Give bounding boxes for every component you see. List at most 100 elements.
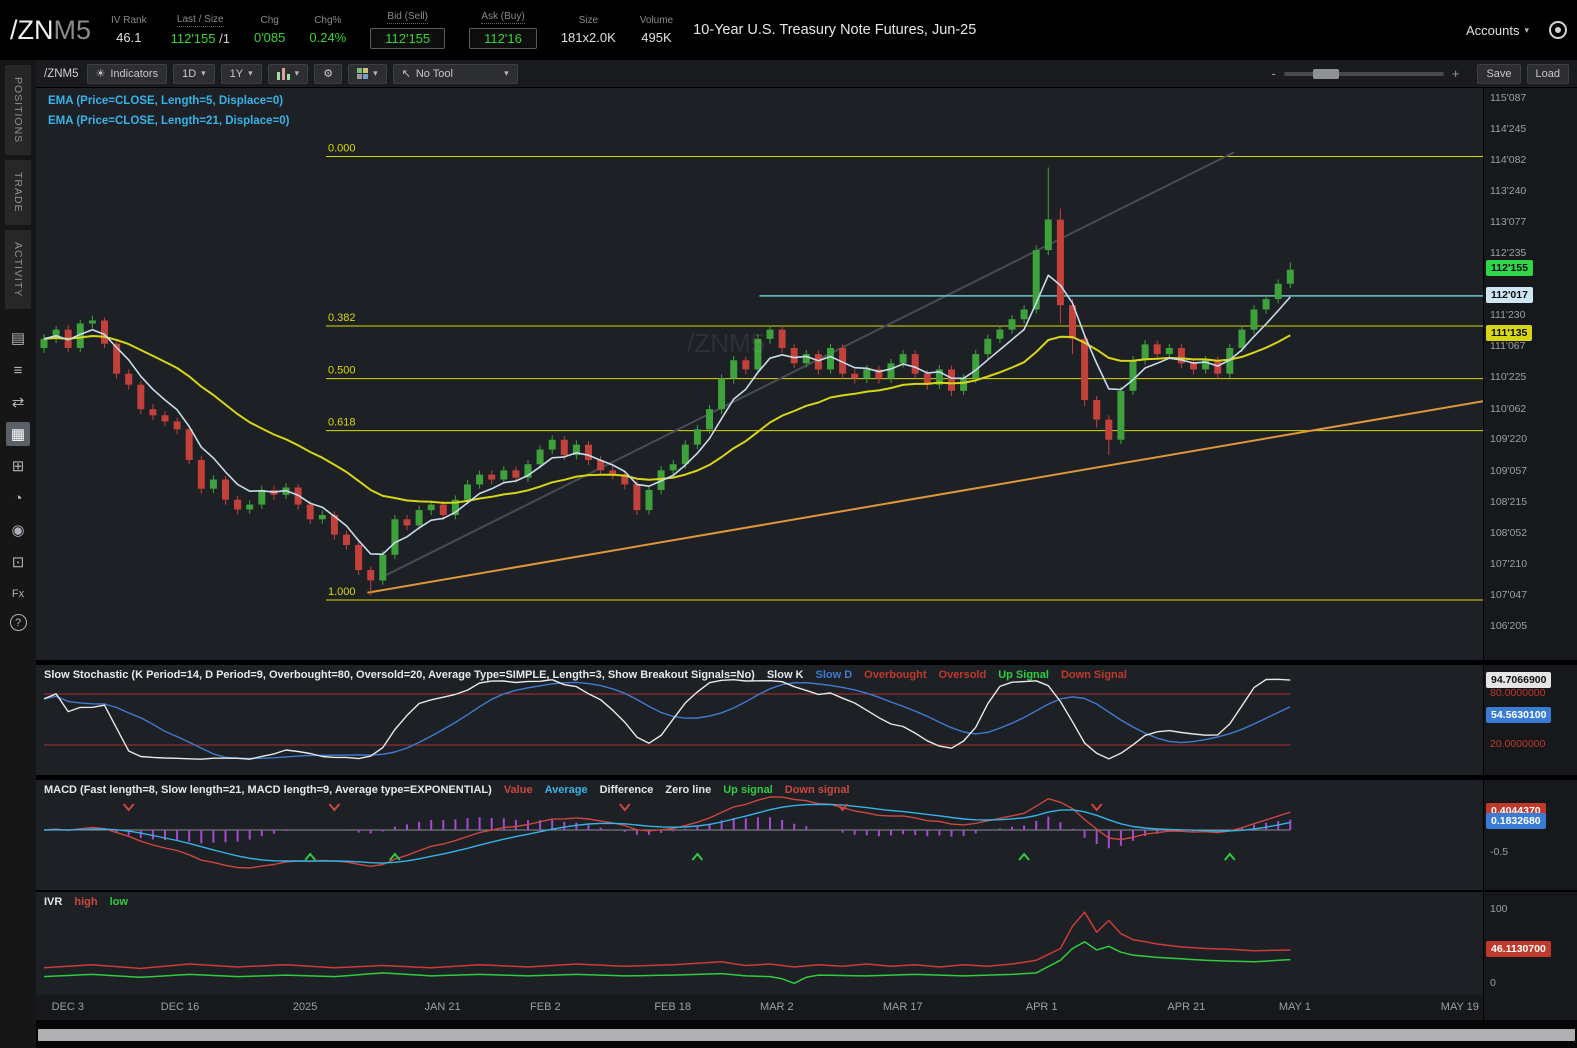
axis-label: 111'230 [1490, 309, 1526, 322]
symbol-title: /ZNM5 [10, 15, 91, 46]
axis-badge: 46.1130700 [1486, 940, 1551, 957]
chevron-down-icon: ▾ [504, 68, 509, 78]
time-axis-label: MAR 17 [882, 1001, 923, 1013]
study-title[interactable]: MACD (Fast length=8, Slow length=21, MAC… [44, 784, 492, 796]
time-axis-label: MAR 2 [760, 1001, 794, 1013]
drawing-tool-dropdown[interactable]: ↖ No Tool ▾ [392, 63, 518, 84]
axis-label: 100 [1490, 903, 1508, 915]
legend-item: Up Signal [998, 669, 1049, 681]
zoom-in-button[interactable]: + [1452, 66, 1460, 81]
trade-tools-icon[interactable]: ⇄ [6, 390, 30, 414]
axis-label: 111'067 [1490, 340, 1526, 353]
legend-item: Zero line [665, 784, 712, 796]
cursor-icon: ↖ [401, 68, 411, 80]
quote-field-value: 495K [641, 30, 672, 45]
axis-label: 108'052 [1490, 526, 1528, 539]
zoom-slider-thumb[interactable] [1312, 68, 1339, 79]
indicators-button[interactable]: ☀ Indicators [86, 63, 168, 84]
aggregation-value: 1D [182, 67, 197, 80]
time-axis[interactable]: DEC 3 DEC 16 2025 JAN 21 FEB 2 FEB 18 MAR 2 MAR… [36, 995, 1483, 1020]
legend-item: Value [503, 784, 533, 796]
quote-field: Size 181x2.0K [561, 15, 616, 45]
range-dropdown[interactable]: 1Y ▾ [220, 63, 262, 84]
zoom-slider[interactable] [1283, 68, 1444, 79]
time-axis-label: DEC 3 [51, 1001, 85, 1013]
header-corner-icon[interactable] [1549, 21, 1567, 39]
axis-label: 109'220 [1490, 433, 1528, 446]
macd-chart[interactable]: MACD (Fast length=8, Slow length=21, MAC… [36, 780, 1483, 890]
quote-field-value[interactable]: 112'16 [469, 28, 537, 49]
horizontal-scrollbar[interactable] [38, 1029, 1575, 1041]
price-axis[interactable]: 115'087 114'245 114'082 113'240 113'077 112'2… [1483, 88, 1577, 660]
chevron-down-icon: ▾ [373, 68, 378, 78]
study-legends: EMA (Price=CLOSE, Length=5, Displace=0) E… [48, 95, 289, 127]
charts-icon[interactable]: ▦ [6, 422, 30, 447]
ivr-panel: IVR high low 100 0 46.1130700 [36, 892, 1577, 995]
history-clock-icon[interactable]: ◔ [6, 486, 30, 510]
sidebar-tab-positions[interactable]: POSITIONS [5, 65, 31, 156]
toolbar-symbol: /ZNM5 [44, 67, 79, 80]
down-signal-arrow [328, 803, 341, 812]
indicators-label: Indicators [110, 67, 159, 80]
ivr-axis[interactable]: 100 0 46.1130700 [1483, 892, 1577, 995]
axis-label: 109'057 [1490, 464, 1528, 477]
axis-badge: 94.7066900 [1486, 672, 1552, 689]
main-chart-canvas[interactable]: 0.000 0.382 0.500 0.618 1.000 [36, 88, 1483, 660]
axis-label: 20.0000000 [1490, 738, 1546, 750]
stochastic-axis[interactable]: 80.0000000 20.0000000 94.7066900 54.5630100 [1483, 665, 1577, 775]
save-button[interactable]: Save [1477, 63, 1521, 84]
sidebar-tab-activity[interactable]: ACTIVITY [5, 229, 31, 310]
svg-text:1.000: 1.000 [328, 586, 356, 598]
time-axis-label: JAN 21 [424, 1001, 461, 1013]
zoom-out-button[interactable]: - [1272, 66, 1276, 81]
legend-item: Difference [599, 784, 654, 796]
quote-field-value[interactable]: 112'155 [370, 28, 446, 49]
chart-settings-button[interactable]: ⚙ [314, 63, 343, 84]
up-signal-arrow [304, 852, 316, 861]
down-signal-arrow [122, 803, 135, 812]
quote-field[interactable]: Ask (Buy) 112'16 [469, 11, 537, 49]
apps-grid-icon[interactable]: ⊞ [6, 454, 30, 478]
aggregation-dropdown[interactable]: 1D ▾ [173, 63, 215, 84]
svg-text:0.618: 0.618 [328, 417, 356, 429]
axis-label: 113'077 [1490, 216, 1527, 229]
accounts-label: Accounts [1465, 22, 1520, 38]
ivr-canvas[interactable] [36, 892, 1483, 995]
monitor-icon[interactable]: ▤ [6, 326, 30, 350]
legend-item: Slow K [766, 669, 804, 681]
grid-layout-icon [357, 68, 369, 79]
axis-label: 107'210 [1490, 557, 1528, 570]
load-button[interactable]: Load [1526, 63, 1569, 84]
study-title[interactable]: IVR [44, 896, 62, 908]
stochastic-chart[interactable]: Slow Stochastic (K Period=14, D Period=9… [36, 665, 1483, 775]
sidebar-tab-trade[interactable]: TRADE [5, 160, 31, 225]
macd-panel: MACD (Fast length=8, Slow length=21, MAC… [36, 780, 1577, 890]
help-icon[interactable]: ? [9, 614, 27, 632]
chart-gadget: /ZNM5 ☀ Indicators 1D ▾ 1Y ▾ ▾ ⚙ ▾ ↖ No Tool… [36, 60, 1577, 1048]
axis-label: 0 [1490, 977, 1496, 989]
quote-field[interactable]: Bid (Sell) 112'155 [370, 11, 446, 49]
legend-item: Down signal [784, 784, 850, 796]
widget-box-icon[interactable]: ⊡ [6, 550, 30, 574]
quote-field-value: 181x2.0K [560, 30, 616, 45]
fx-icon[interactable]: Fx [6, 582, 30, 606]
stochastic-canvas[interactable] [36, 665, 1483, 775]
ivr-chart[interactable]: IVR high low [36, 892, 1483, 995]
macd-canvas[interactable] [36, 780, 1483, 890]
main-chart[interactable]: 0.000 0.382 0.500 0.618 1.000 EMA (Price=CLO… [36, 88, 1483, 660]
accounts-menu[interactable]: Accounts ▾ [1466, 23, 1529, 38]
quote-field-label: IV Rank [111, 15, 147, 26]
grid-layout-dropdown[interactable]: ▾ [348, 63, 387, 84]
macd-axis[interactable]: -0.5 0.4044370 0.1832680 [1483, 780, 1577, 890]
chevron-down-icon: ▾ [248, 68, 253, 78]
study-legend[interactable]: EMA (Price=CLOSE, Length=21, Displace=0) [48, 115, 289, 127]
axis-label: 106'205 [1490, 619, 1528, 632]
legend-item: Down Signal [1060, 669, 1127, 681]
community-icon[interactable]: ◉ [6, 518, 30, 542]
study-title[interactable]: Slow Stochastic (K Period=14, D Period=9… [44, 669, 755, 681]
study-legend[interactable]: EMA (Price=CLOSE, Length=5, Displace=0) [48, 95, 289, 107]
ledger-icon[interactable]: ≡ [6, 358, 30, 382]
chart-type-dropdown[interactable]: ▾ [267, 63, 309, 84]
header: /ZNM5 IV Rank 46.1 Last / Size 112'155 /1 Ch… [0, 0, 1577, 60]
quote-field-label: Chg [260, 15, 279, 26]
